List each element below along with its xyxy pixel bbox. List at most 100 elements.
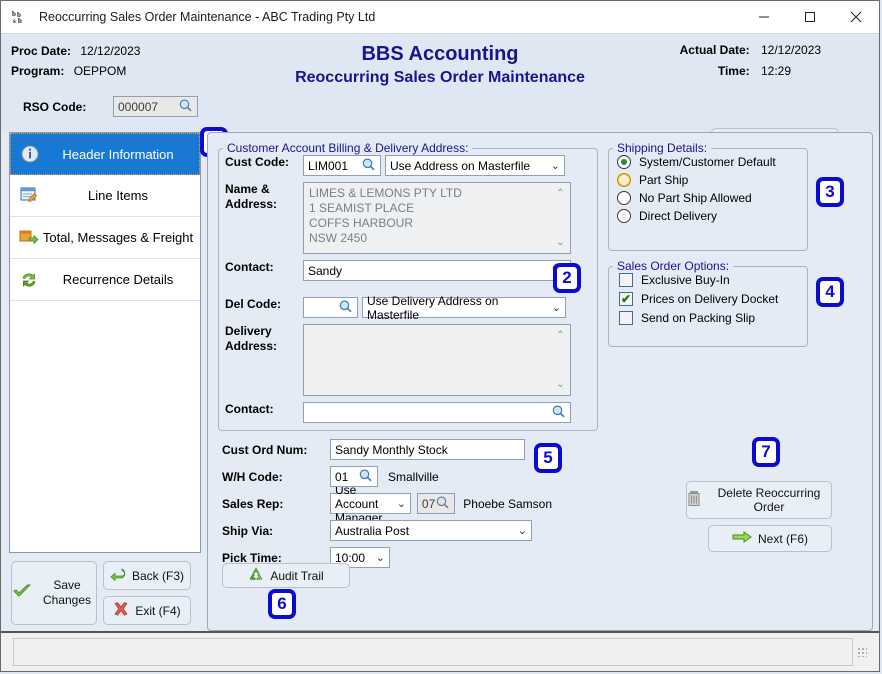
radio-no-part-ship-allowed[interactable]: No Part Ship Allowed (617, 191, 807, 205)
sidebar-item-label: Total, Messages & Freight (42, 230, 194, 245)
red-cross-icon (113, 602, 129, 619)
scrollbar[interactable]: ⌃ ⌄ (554, 328, 567, 392)
delivery-contact-input[interactable] (303, 402, 571, 423)
magnifier-icon[interactable] (435, 495, 450, 513)
checkbox-exclusive-buy-in[interactable]: Exclusive Buy-In (619, 273, 807, 287)
checkbox-label: Send on Packing Slip (641, 311, 755, 325)
green-right-arrow-icon (732, 531, 752, 546)
delete-reoccurring-order-button[interactable]: Delete Reoccurring Order (686, 481, 832, 519)
resize-grip-icon[interactable] (857, 647, 867, 657)
sidebar: Header Information Line Items Total, Mes… (9, 132, 201, 631)
magnifier-icon[interactable] (178, 98, 193, 116)
sales-order-options-group: Sales Order Options: Exclusive Buy-In ✔ … (608, 259, 808, 347)
back-exit-stack: Back (F3) Exit (F4) (103, 561, 191, 625)
del-code-row: Del Code: Use Delivery Address on Master… (225, 297, 597, 318)
next-label: Next (F6) (758, 532, 808, 546)
scroll-down-icon[interactable]: ⌄ (556, 377, 564, 392)
radio-system-customer-default[interactable]: System/Customer Default (617, 155, 807, 169)
sidebar-item-header-information[interactable]: Header Information (10, 133, 200, 175)
sidebar-item-recurrence-details[interactable]: Recurrence Details (10, 259, 200, 301)
exit-label: Exit (F4) (135, 604, 180, 618)
checkbox-icon (619, 273, 633, 287)
step-badge-3: 3 (816, 177, 844, 207)
cust-ord-num-input[interactable]: Sandy Monthly Stock (330, 439, 525, 460)
status-message (13, 638, 853, 666)
sidebar-item-label: Line Items (42, 188, 194, 203)
chevron-down-icon: ⌄ (376, 551, 385, 564)
address-line: 1 SEAMIST PLACE (309, 201, 554, 216)
header-information-panel: Customer Account Billing & Delivery Addr… (207, 132, 873, 631)
name-address-textarea[interactable]: LIMES & LEMONS PTY LTD 1 SEAMIST PLACE C… (303, 182, 571, 254)
sales-rep-code-value: 07 (422, 497, 435, 511)
totals-icon (16, 229, 42, 246)
name-address-lines: LIMES & LEMONS PTY LTD 1 SEAMIST PLACE C… (309, 186, 554, 250)
cust-code-input[interactable]: LIM001 (303, 155, 381, 176)
delivery-mode-value: Use Delivery Address on Masterfile (367, 294, 548, 322)
back-button[interactable]: Back (F3) (103, 561, 191, 590)
rso-code-row: RSO Code: 000007 (23, 96, 198, 117)
ship-via-select[interactable]: Australia Post ⌄ (330, 520, 532, 541)
address-mode-value: Use Address on Masterfile (390, 159, 547, 173)
proc-date-value: 12/12/2023 (80, 44, 140, 58)
exit-button[interactable]: Exit (F4) (103, 596, 191, 625)
delivery-contact-row: Contact: (225, 402, 597, 423)
radio-direct-delivery[interactable]: Direct Delivery (617, 209, 807, 223)
sidebar-item-line-items[interactable]: Line Items (10, 175, 200, 217)
del-code-input[interactable] (303, 297, 358, 318)
magnifier-icon[interactable] (338, 299, 353, 317)
minimize-icon[interactable] (741, 1, 787, 33)
scroll-up-icon[interactable]: ⌃ (556, 186, 564, 201)
address-line: NSW 2450 (309, 231, 554, 246)
address-mode-select[interactable]: Use Address on Masterfile ⌄ (385, 155, 565, 176)
save-changes-button[interactable]: Save Changes (11, 561, 97, 625)
sidebar-item-total-messages-freight[interactable]: Total, Messages & Freight (10, 217, 200, 259)
checkbox-prices-on-delivery-docket[interactable]: ✔ Prices on Delivery Docket (619, 292, 807, 306)
address-line: LIMES & LEMONS PTY LTD (309, 186, 554, 201)
maximize-icon[interactable] (787, 1, 833, 33)
delivery-address-textarea[interactable]: ⌃ ⌄ (303, 324, 571, 396)
next-button[interactable]: Next (F6) (708, 525, 832, 552)
sales-rep-value: Use Account Manager (335, 483, 393, 525)
application-window: b b s b Reoccurring Sales Order Maintena… (0, 0, 880, 672)
chevron-down-icon: ⌄ (552, 301, 561, 314)
magnifier-icon[interactable] (551, 404, 566, 422)
sales-rep-select[interactable]: Use Account Manager ⌄ (330, 493, 411, 514)
back-arrow-icon (110, 567, 126, 584)
shipping-legend: Shipping Details: (613, 141, 711, 155)
main-content: Customer Account Billing & Delivery Addr… (207, 132, 873, 631)
shipping-details-group: Shipping Details: System/Customer Defaul… (608, 141, 808, 251)
audit-trail-button[interactable]: Audit Trail (222, 563, 350, 588)
scroll-down-icon[interactable]: ⌄ (556, 235, 564, 250)
billing-contact-row: Contact: Sandy (225, 260, 597, 281)
radio-label: Part Ship (639, 173, 688, 187)
cust-code-row: Cust Code: LIM001 Use Address on Masterf… (225, 155, 597, 176)
sales-rep-label: Sales Rep: (222, 497, 330, 511)
radio-part-ship[interactable]: Part Ship (617, 173, 807, 187)
radio-label: System/Customer Default (639, 155, 776, 169)
time-value: 12:29 (761, 64, 835, 78)
magnifier-icon[interactable] (358, 468, 373, 486)
scrollbar[interactable]: ⌃ ⌄ (554, 186, 567, 250)
rso-code-label: RSO Code: (23, 100, 113, 114)
chevron-down-icon: ⌄ (397, 497, 406, 510)
billing-contact-value: Sandy (308, 264, 342, 278)
recycle-icon (248, 567, 264, 585)
rso-code-input[interactable]: 000007 (113, 96, 198, 117)
delivery-address-label: DeliveryAddress: (225, 324, 303, 354)
magnifier-icon[interactable] (361, 157, 376, 175)
checkbox-send-on-packing-slip[interactable]: Send on Packing Slip (619, 311, 807, 325)
sales-rep-code-input[interactable]: 07 (417, 493, 455, 514)
close-icon[interactable] (833, 1, 879, 33)
wh-code-input[interactable]: 01 (330, 466, 378, 487)
billing-contact-input[interactable]: Sandy (303, 260, 571, 281)
header-left-info: Proc Date: 12/12/2023 Program: OEPPOM (11, 44, 140, 84)
time-label: Time: (718, 64, 750, 78)
customer-billing-delivery-group: Customer Account Billing & Delivery Addr… (218, 141, 598, 431)
delivery-address-row: DeliveryAddress: ⌃ ⌄ (225, 324, 597, 396)
delivery-mode-select[interactable]: Use Delivery Address on Masterfile ⌄ (362, 297, 566, 318)
step-badge-4: 4 (816, 277, 844, 307)
scroll-up-icon[interactable]: ⌃ (556, 328, 564, 343)
sidebar-buttons: Save Changes Back (F3) Exit (F4) (9, 553, 201, 631)
line-items-icon (16, 187, 42, 204)
delivery-address-lines (309, 328, 554, 392)
